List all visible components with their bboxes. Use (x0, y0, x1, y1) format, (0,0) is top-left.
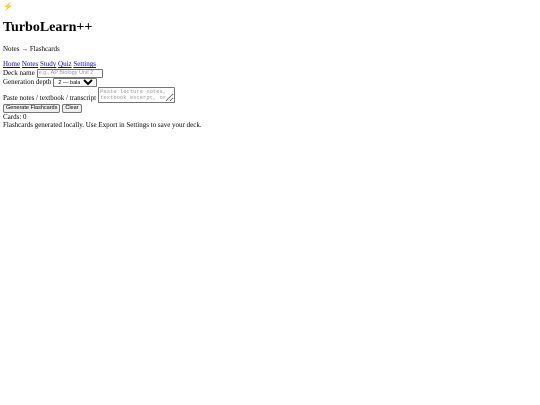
action-buttons: Generate Flashcards Clear (3, 103, 537, 113)
lightning-icon: ⚡ (3, 2, 13, 11)
deck-name-input[interactable] (36, 68, 103, 78)
notes-textarea[interactable] (98, 86, 176, 103)
nav-link-study[interactable]: Study (40, 60, 56, 68)
depth-label: Generation depth (3, 78, 52, 87)
deck-name-row: Deck name (3, 68, 537, 78)
card-count: Cards: 0 (3, 112, 27, 121)
app-title: TurboLearn++ (3, 20, 93, 35)
deck-name-label: Deck name (3, 69, 35, 78)
notes-label: Paste notes / textbook / transcript (3, 94, 97, 103)
notes-row: Paste notes / textbook / transcript (3, 86, 537, 103)
nav-link-settings[interactable]: Settings (73, 60, 96, 68)
clear-button[interactable]: Clear (62, 103, 82, 113)
nav-link-home[interactable]: Home (3, 60, 20, 68)
nav-link-quiz[interactable]: Quiz (58, 60, 72, 68)
depth-row: Generation depth 2 — balanced (3, 77, 537, 87)
nav-link-notes[interactable]: Notes (22, 60, 38, 68)
page-subtitle: Notes → Flashcards (3, 45, 60, 53)
page: ⚡ TurboLearn++ Notes → Flashcards Home N… (0, 0, 540, 132)
status-message: Flashcards generated locally. Use Export… (3, 121, 202, 130)
depth-select[interactable]: 2 — balanced (53, 77, 98, 87)
main-nav: Home Notes Study Quiz Settings (3, 60, 537, 68)
generate-flashcards-button[interactable]: Generate Flashcards (3, 103, 61, 113)
